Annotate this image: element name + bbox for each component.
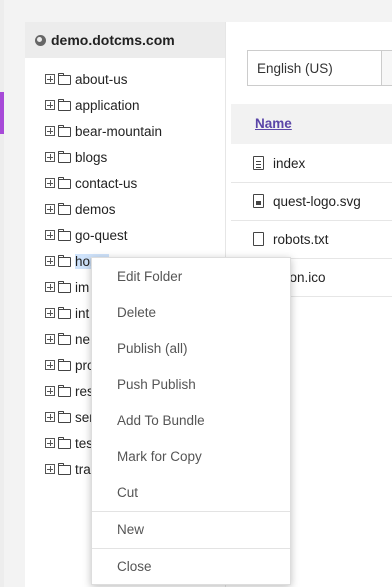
site-name: demo.dotcms.com (51, 32, 175, 48)
tree-item-label: go-quest (75, 227, 128, 243)
expand-icon[interactable] (45, 204, 55, 214)
folder-icon (58, 254, 71, 267)
expand-icon[interactable] (45, 282, 55, 292)
expand-icon[interactable] (45, 178, 55, 188)
document-icon (253, 156, 264, 170)
menu-item-close[interactable]: Close (92, 548, 290, 584)
tree-item-blogs[interactable]: blogs (25, 144, 225, 170)
folder-icon (58, 98, 71, 111)
folder-icon (58, 306, 71, 319)
tree-item-label: blogs (75, 149, 108, 165)
table-header: Name (231, 104, 392, 144)
folder-icon (58, 202, 71, 215)
image-icon (253, 194, 264, 208)
expand-icon[interactable] (45, 126, 55, 136)
table-row[interactable]: index (231, 144, 392, 183)
expand-icon[interactable] (45, 152, 55, 162)
folder-icon (58, 462, 71, 475)
tree-item-label: demos (75, 201, 116, 217)
folder-icon (58, 176, 71, 189)
tree-item-label: bear-mountain (75, 123, 163, 139)
tree-item-bear-mountain[interactable]: bear-mountain (25, 118, 225, 144)
expand-icon[interactable] (45, 360, 55, 370)
language-dropdown-button[interactable] (381, 50, 392, 86)
tree-item-application[interactable]: application (25, 92, 225, 118)
globe-icon (35, 34, 46, 46)
table-row[interactable]: quest-logo.svg (231, 182, 392, 221)
menu-item-edit-folder[interactable]: Edit Folder (92, 258, 290, 294)
file-name: quest-logo.svg (273, 193, 361, 209)
folder-icon (58, 384, 71, 397)
menu-item-delete[interactable]: Delete (92, 294, 290, 330)
expand-icon[interactable] (45, 256, 55, 266)
folder-icon (58, 72, 71, 85)
menu-item-add-to-bundle[interactable]: Add To Bundle (92, 402, 290, 438)
table-row[interactable]: robots.txt (231, 220, 392, 259)
language-select[interactable]: English (US) (247, 50, 392, 86)
menu-item-publish-all[interactable]: Publish (all) (92, 330, 290, 366)
folder-icon (58, 150, 71, 163)
folder-icon (58, 280, 71, 293)
page-edge (0, 0, 4, 587)
folder-icon (58, 332, 71, 345)
expand-icon[interactable] (45, 308, 55, 318)
tree-item-demos[interactable]: demos (25, 196, 225, 222)
menu-item-mark-for-copy[interactable]: Mark for Copy (92, 438, 290, 474)
file-name: index (273, 155, 306, 171)
folder-icon (58, 228, 71, 241)
expand-icon[interactable] (45, 74, 55, 84)
context-menu: Edit Folder Delete Publish (all) Push Pu… (91, 257, 291, 585)
expand-icon[interactable] (45, 230, 55, 240)
expand-icon[interactable] (45, 438, 55, 448)
tree-item-label: im (75, 279, 90, 295)
tree-item-label: application (75, 97, 140, 113)
tree-item-about-us[interactable]: about-us (25, 66, 225, 92)
menu-item-push-publish[interactable]: Push Publish (92, 366, 290, 402)
file-icon (253, 232, 264, 246)
expand-icon[interactable] (45, 334, 55, 344)
expand-icon[interactable] (45, 386, 55, 396)
name-column-header[interactable]: Name (255, 116, 292, 131)
folder-icon (58, 358, 71, 371)
menu-item-new[interactable]: New (92, 511, 290, 547)
tree-item-go-quest[interactable]: go-quest (25, 222, 225, 248)
tree-item-label: ne (75, 331, 91, 347)
expand-icon[interactable] (45, 100, 55, 110)
menu-item-cut[interactable]: Cut (92, 474, 290, 510)
tree-item-label: contact-us (75, 175, 138, 191)
site-header[interactable]: demo.dotcms.com (25, 22, 225, 58)
expand-icon[interactable] (45, 464, 55, 474)
folder-icon (58, 124, 71, 137)
expand-icon[interactable] (45, 412, 55, 422)
folder-icon (58, 410, 71, 423)
tree-item-contact-us[interactable]: contact-us (25, 170, 225, 196)
file-name: robots.txt (273, 231, 329, 247)
tree-item-label: tra (75, 461, 91, 477)
tree-item-label: about-us (75, 71, 128, 87)
tree-item-label: int (75, 305, 90, 321)
accent-bar (0, 92, 4, 134)
folder-icon (58, 436, 71, 449)
